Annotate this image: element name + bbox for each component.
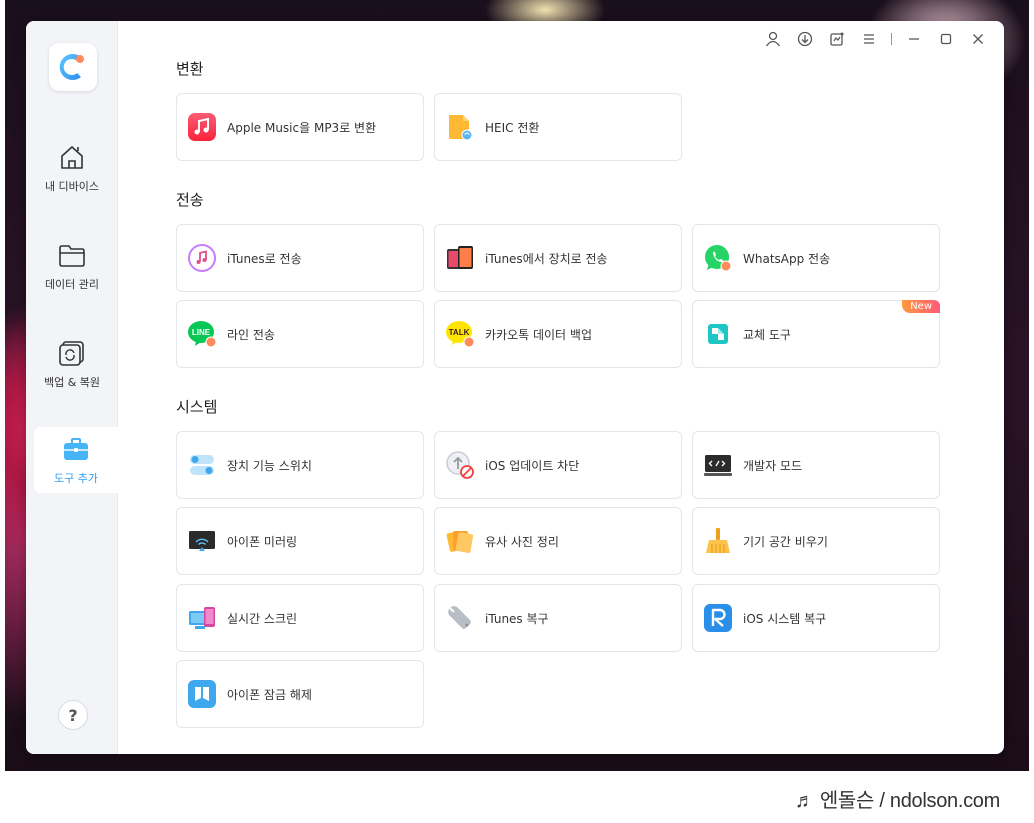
sidebar-item-label: 백업 & 복원 xyxy=(43,376,101,389)
tool-card-kakaotalk-backup[interactable]: TALK 카카오톡 데이터 백업 xyxy=(434,300,682,368)
menu-button[interactable] xyxy=(853,29,885,49)
tool-card-label: 카카오톡 데이터 백업 xyxy=(485,327,592,342)
sidebar-item-label: 내 디바이스 xyxy=(44,180,100,193)
backup-icon xyxy=(59,341,84,366)
account-button[interactable] xyxy=(757,29,789,49)
minimize-icon xyxy=(909,38,919,40)
svg-text:LINE: LINE xyxy=(192,328,211,337)
download-button[interactable] xyxy=(789,29,821,49)
section-title-transfer: 전송 xyxy=(176,191,204,209)
app-logo-icon xyxy=(49,43,97,91)
tool-card-label: iOS 업데이트 차단 xyxy=(485,458,580,473)
kakaotalk-icon: TALK xyxy=(446,321,475,348)
tool-card-label: iTunes로 전송 xyxy=(227,251,302,266)
home-icon xyxy=(61,146,83,169)
tool-card-label: 아이폰 미러링 xyxy=(227,534,298,549)
tool-card-label: iTunes 복구 xyxy=(485,611,549,626)
hamburger-icon xyxy=(864,34,874,44)
toolbox-icon xyxy=(64,438,88,460)
minimize-button[interactable] xyxy=(898,29,930,49)
tool-card-label: 유사 사진 정리 xyxy=(485,534,559,549)
tool-card-heic-convert[interactable]: HEIC 전환 xyxy=(434,93,682,161)
device-transfer-icon xyxy=(447,246,473,269)
titlebar-controls xyxy=(757,29,994,49)
tool-card-label: 개발자 모드 xyxy=(743,458,803,473)
tool-card-label: WhatsApp 전송 xyxy=(743,251,831,266)
tool-card-similar-photo-cleanup[interactable]: 유사 사진 정리 xyxy=(434,507,682,575)
sidebar: 내 디바이스 데이터 관리 백업 & 복원 도구 추가 ? xyxy=(26,21,118,754)
app-window: 내 디바이스 데이터 관리 백업 & 복원 도구 추가 ? 변환 Apple M… xyxy=(26,21,1004,754)
tool-card-label: 장치 기능 스위치 xyxy=(227,458,312,473)
sidebar-item-data-management[interactable]: 데이터 관리 xyxy=(26,233,118,299)
feedback-button[interactable] xyxy=(821,29,853,49)
close-button[interactable] xyxy=(962,29,994,49)
help-button[interactable]: ? xyxy=(58,700,88,730)
reiboot-icon xyxy=(704,604,732,632)
live-screen-icon xyxy=(189,607,215,629)
broom-icon xyxy=(706,528,730,553)
feedback-icon xyxy=(830,32,844,46)
tool-card-label: 라인 전송 xyxy=(227,327,275,342)
section-title-system: 시스템 xyxy=(176,398,218,416)
new-badge: New xyxy=(902,300,940,313)
tool-card-ios-update-block[interactable]: iOS 업데이트 차단 xyxy=(434,431,682,499)
close-icon xyxy=(973,34,983,44)
update-block-icon xyxy=(446,451,474,479)
sidebar-item-label: 데이터 관리 xyxy=(44,278,100,291)
tool-card-free-up-space[interactable]: 기기 공간 비우기 xyxy=(692,507,940,575)
tool-card-label: 아이폰 잠금 해제 xyxy=(227,687,312,702)
tool-card-ios-system-repair[interactable]: iOS 시스템 복구 xyxy=(692,584,940,652)
wrench-icon xyxy=(448,606,471,629)
switch-tool-icon xyxy=(708,324,728,344)
music-app-icon xyxy=(188,113,216,141)
tool-card-label: 실시간 스크린 xyxy=(227,611,298,626)
heic-file-icon xyxy=(449,115,473,141)
tool-card-whatsapp-transfer[interactable]: WhatsApp 전송 xyxy=(692,224,940,292)
tool-card-iphone-mirroring[interactable]: 아이폰 미러링 xyxy=(176,507,424,575)
tool-card-apple-music-mp3[interactable]: Apple Music을 MP3로 변환 xyxy=(176,93,424,161)
sidebar-item-tools[interactable]: 도구 추가 xyxy=(34,427,118,493)
tool-card-line-transfer[interactable]: LINE 라인 전송 xyxy=(176,300,424,368)
tool-card-device-feature-switch[interactable]: 장치 기능 스위치 xyxy=(176,431,424,499)
tool-card-switch-tool[interactable]: 교체 도구 New xyxy=(692,300,940,368)
tool-card-developer-mode[interactable]: 개발자 모드 xyxy=(692,431,940,499)
tool-card-label: 기기 공간 비우기 xyxy=(743,534,828,549)
download-icon xyxy=(797,31,813,47)
tool-card-itunes-repair[interactable]: iTunes 복구 xyxy=(434,584,682,652)
unlock-icon xyxy=(188,680,216,708)
sidebar-item-label: 도구 추가 xyxy=(54,472,98,485)
sidebar-item-my-device[interactable]: 내 디바이스 xyxy=(26,135,118,201)
svg-text:TALK: TALK xyxy=(449,328,470,337)
toggle-switch-icon xyxy=(190,455,214,475)
tool-card-label: 교체 도구 xyxy=(743,327,791,342)
itunes-icon xyxy=(188,244,216,272)
tool-card-iphone-unlock[interactable]: 아이폰 잠금 해제 xyxy=(176,660,424,728)
photos-stack-icon xyxy=(446,530,474,553)
tool-card-label: HEIC 전환 xyxy=(485,120,540,135)
tool-card-itunes-transfer[interactable]: iTunes로 전송 xyxy=(176,224,424,292)
tool-card-live-screen[interactable]: 실시간 스크린 xyxy=(176,584,424,652)
developer-monitor-icon xyxy=(704,455,732,476)
folder-icon xyxy=(59,245,85,267)
tool-card-label: iOS 시스템 복구 xyxy=(743,611,827,626)
maximize-button[interactable] xyxy=(930,29,962,49)
watermark-text: ♬ 엔돌슨 / ndolson.com xyxy=(794,790,1000,812)
sidebar-item-backup-restore[interactable]: 백업 & 복원 xyxy=(26,331,118,397)
tool-card-label: Apple Music을 MP3로 변환 xyxy=(227,120,377,135)
user-icon xyxy=(765,31,781,47)
line-app-icon: LINE xyxy=(188,321,217,348)
tool-card-label: iTunes에서 장치로 전송 xyxy=(485,251,608,266)
whatsapp-icon xyxy=(705,245,732,272)
screen-mirroring-icon xyxy=(189,531,215,551)
titlebar-divider xyxy=(891,33,892,45)
section-title-convert: 변환 xyxy=(176,60,204,78)
tool-card-itunes-to-device[interactable]: iTunes에서 장치로 전송 xyxy=(434,224,682,292)
maximize-icon xyxy=(940,33,952,45)
